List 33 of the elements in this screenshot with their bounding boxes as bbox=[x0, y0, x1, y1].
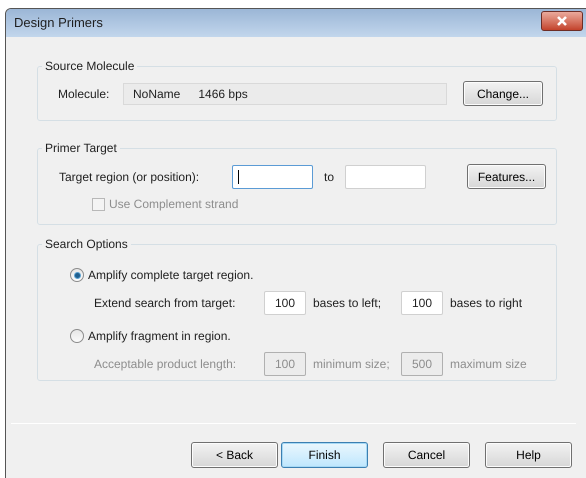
unit-label: minimum size; bbox=[313, 356, 391, 373]
molecule-size: 1466 bps bbox=[198, 86, 248, 102]
dialog-button[interactable]: Help bbox=[485, 442, 572, 468]
radio-label: Amplify fragment in region. bbox=[88, 328, 231, 345]
input-field[interactable] bbox=[345, 164, 426, 188]
input-field[interactable] bbox=[232, 164, 313, 188]
number-field[interactable]: 100 bbox=[264, 291, 306, 315]
group-title: Search Options bbox=[44, 236, 129, 253]
text-cursor bbox=[238, 170, 239, 184]
group-title: Primer Target bbox=[44, 140, 118, 157]
dialog-button[interactable]: < Back bbox=[191, 442, 278, 468]
field-label: Acceptable product length: bbox=[94, 356, 238, 373]
field-label: Target region (or position): bbox=[59, 168, 200, 186]
field-label: Extend search from target: bbox=[94, 295, 236, 312]
group-title: Source Molecule bbox=[44, 58, 136, 75]
molecule-name: NoName bbox=[133, 86, 180, 102]
unit-label: bases to left; bbox=[313, 295, 382, 312]
number-field[interactable]: 100 bbox=[401, 291, 443, 315]
dialog-button[interactable]: Features... bbox=[467, 164, 546, 189]
field-label: Molecule: bbox=[58, 86, 110, 102]
radio-button[interactable] bbox=[70, 268, 84, 282]
close-button[interactable] bbox=[541, 11, 583, 31]
radio-button[interactable] bbox=[70, 329, 84, 343]
dialog-button[interactable]: Cancel bbox=[383, 442, 470, 468]
radio-label: Amplify complete target region. bbox=[88, 267, 254, 284]
unit-label: maximum size bbox=[450, 356, 527, 373]
checkbox-label: Use Complement strand bbox=[109, 196, 238, 213]
dialog-button[interactable]: Finish bbox=[281, 442, 368, 468]
dialog-button[interactable]: Change... bbox=[463, 81, 543, 106]
close-icon bbox=[556, 16, 568, 26]
to-label: to bbox=[324, 168, 336, 186]
window-title: Design Primers bbox=[14, 14, 104, 32]
unit-label: bases to right bbox=[450, 295, 522, 312]
